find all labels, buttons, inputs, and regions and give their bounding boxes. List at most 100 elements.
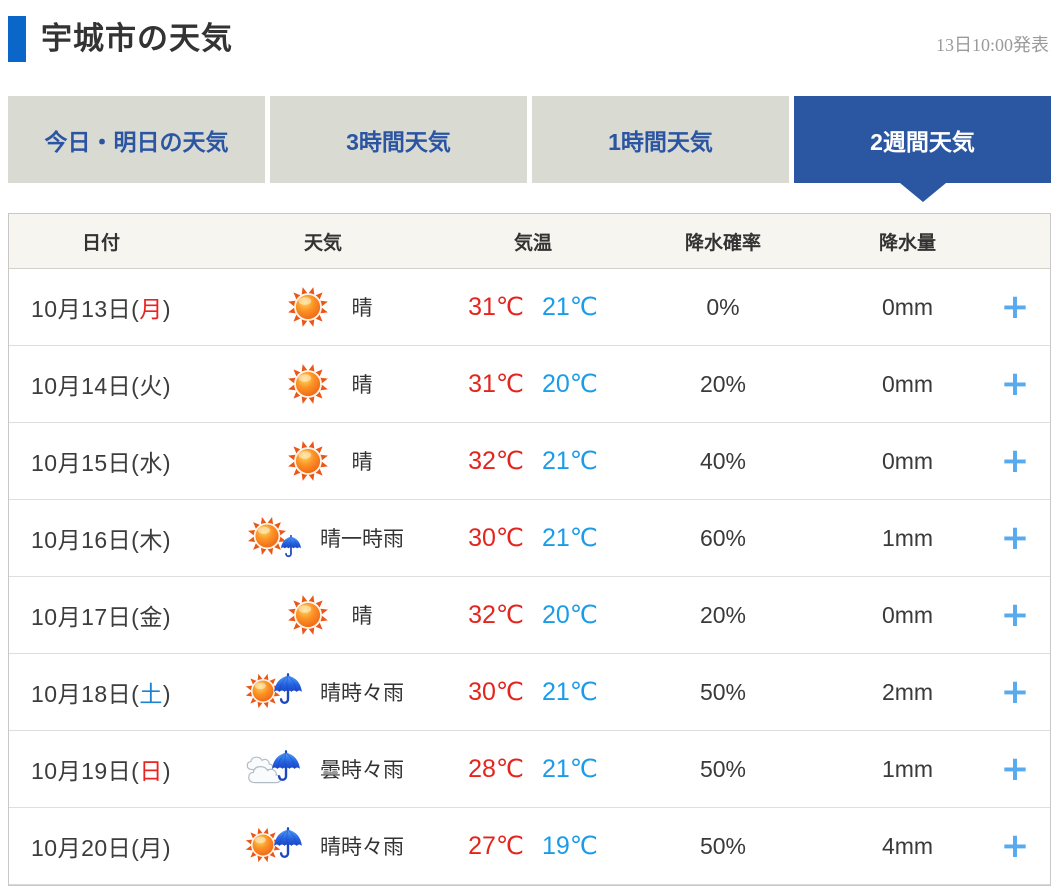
tab-1hour-weather[interactable]: 1時間天気 (532, 96, 789, 183)
temp-high: 27℃ (468, 832, 524, 860)
table-row: 10月15日(水) 晴 32℃ 21℃ 40% 0mm + (9, 423, 1050, 500)
precip-amount-cell: 2mm (881, 678, 934, 705)
expand-cell: + (982, 829, 1048, 863)
temp-low: 21℃ (542, 447, 598, 475)
precip-probability-cell: 60% (699, 524, 747, 551)
day-of-week: 木 (139, 527, 163, 553)
expand-cell: + (982, 598, 1048, 632)
precip-amount-cell: 0mm (881, 293, 934, 320)
expand-row-button[interactable]: + (991, 829, 1040, 863)
date-text: 10月13日 (30, 296, 132, 322)
expand-row-button[interactable]: + (991, 675, 1040, 709)
date-text: 10月17日 (30, 604, 132, 630)
day-of-week: 月 (139, 835, 163, 861)
temp-low: 21℃ (542, 678, 598, 706)
date-cell: 10月17日(金) (9, 598, 193, 632)
temperature-cell: 30℃ 21℃ (453, 677, 613, 707)
paren-close: ) (162, 604, 171, 630)
umbrella-icon (280, 534, 302, 558)
weather-cell: 晴 (193, 283, 453, 331)
table-row: 10月18日(土) 晴時々雨 30℃ 21℃ 50% 2mm + (9, 654, 1050, 731)
sun-umbrella-icon (242, 822, 310, 870)
date-cell: 10月19日(日) (9, 752, 193, 786)
expand-row-button[interactable]: + (991, 444, 1040, 478)
sun-icon (274, 437, 342, 485)
precip-probability-cell: 40% (699, 447, 747, 474)
expand-cell: + (982, 367, 1048, 401)
paren-close: ) (162, 373, 171, 399)
date-text: 10月20日 (30, 835, 132, 861)
date-cell: 10月20日(月) (9, 829, 193, 863)
precip-probability-cell: 50% (699, 832, 747, 859)
expand-cell: + (982, 290, 1048, 324)
expand-cell: + (982, 444, 1048, 478)
expand-cell: + (982, 752, 1048, 786)
header-date: 日付 (81, 232, 120, 254)
tab-today-tomorrow-weather[interactable]: 今日・明日の天気 (8, 96, 265, 183)
expand-row-button[interactable]: + (991, 367, 1040, 401)
temp-low: 21℃ (542, 524, 598, 552)
umbrella-icon (274, 827, 302, 859)
temp-high: 30℃ (468, 678, 524, 706)
precip-amount-cell: 1mm (881, 755, 934, 782)
expand-row-button[interactable]: + (991, 290, 1040, 324)
temperature-cell: 27℃ 19℃ (453, 831, 613, 861)
weather-label: 晴一時雨 (320, 528, 404, 551)
cloud-umbrella-icon (242, 745, 310, 793)
paren-close: ) (162, 758, 171, 784)
sun-icon (287, 441, 328, 481)
table-row: 10月20日(月) 晴時々雨 27℃ 19℃ 50% 4mm + (9, 808, 1050, 885)
weather-cell: 晴 (193, 437, 453, 485)
temp-high: 32℃ (468, 601, 524, 629)
weather-label: 晴 (351, 297, 373, 320)
weather-label: 曇時々雨 (320, 759, 404, 782)
temp-high: 32℃ (468, 447, 524, 475)
weather-label: 晴時々雨 (320, 682, 404, 705)
precip-amount-cell: 0mm (881, 447, 934, 474)
weather-cell: 晴時々雨 (193, 822, 453, 870)
table-header-row: 日付 天気 気温 降水確率 降水量 (9, 214, 1050, 269)
temp-high: 28℃ (468, 755, 524, 783)
expand-row-button[interactable]: + (991, 521, 1040, 555)
precip-probability-cell: 0% (706, 293, 740, 320)
sun-icon (274, 591, 342, 639)
table-row: 10月13日(月) 晴 31℃ 21℃ 0% 0mm + (9, 269, 1050, 346)
expand-row-button[interactable]: + (991, 752, 1040, 786)
date-text: 10月19日 (30, 758, 132, 784)
temperature-cell: 30℃ 21℃ (453, 523, 613, 553)
date-text: 10月16日 (30, 527, 132, 553)
temperature-cell: 32℃ 20℃ (453, 600, 613, 630)
weather-label: 晴時々雨 (320, 836, 404, 859)
tab-2week-weather[interactable]: 2週間天気 (794, 96, 1051, 183)
sun-icon (287, 287, 328, 327)
table-row: 10月17日(金) 晴 32℃ 20℃ 20% 0mm + (9, 577, 1050, 654)
temp-low: 21℃ (542, 755, 598, 783)
page-title: 宇城市の天気 (41, 20, 233, 56)
table-row: 10月14日(火) 晴 31℃ 20℃ 20% 0mm + (9, 346, 1050, 423)
paren-close: ) (162, 681, 171, 707)
header-temperature: 気温 (513, 232, 552, 254)
forecast-table: 日付 天気 気温 降水確率 降水量 10月13日(月) 晴 31℃ 21℃ 0%… (8, 213, 1051, 886)
sun-umbrella-icon (242, 668, 310, 716)
date-cell: 10月16日(木) (9, 521, 193, 555)
weather-cell: 晴 (193, 360, 453, 408)
tab-3hour-weather[interactable]: 3時間天気 (270, 96, 527, 183)
day-of-week: 日 (139, 758, 163, 784)
sun-icon (274, 283, 342, 331)
precip-amount-cell: 1mm (881, 524, 934, 551)
table-row: 10月19日(日) 曇時々雨 28℃ 21℃ 50% 1mm + (9, 731, 1050, 808)
paren-close: ) (162, 527, 171, 553)
temperature-cell: 31℃ 21℃ (453, 292, 613, 322)
precip-probability-cell: 20% (699, 601, 747, 628)
table-body: 10月13日(月) 晴 31℃ 21℃ 0% 0mm + 10月14日(火) 晴… (9, 269, 1050, 885)
day-of-week: 火 (139, 373, 163, 399)
paren-close: ) (162, 296, 171, 322)
precip-amount-cell: 4mm (881, 832, 934, 859)
sun-small-umbrella-icon (242, 514, 310, 562)
temp-low: 20℃ (542, 370, 598, 398)
date-text: 10月14日 (30, 373, 132, 399)
weather-label: 晴 (351, 374, 373, 397)
date-cell: 10月18日(土) (9, 675, 193, 709)
expand-row-button[interactable]: + (991, 598, 1040, 632)
date-cell: 10月13日(月) (9, 290, 193, 324)
